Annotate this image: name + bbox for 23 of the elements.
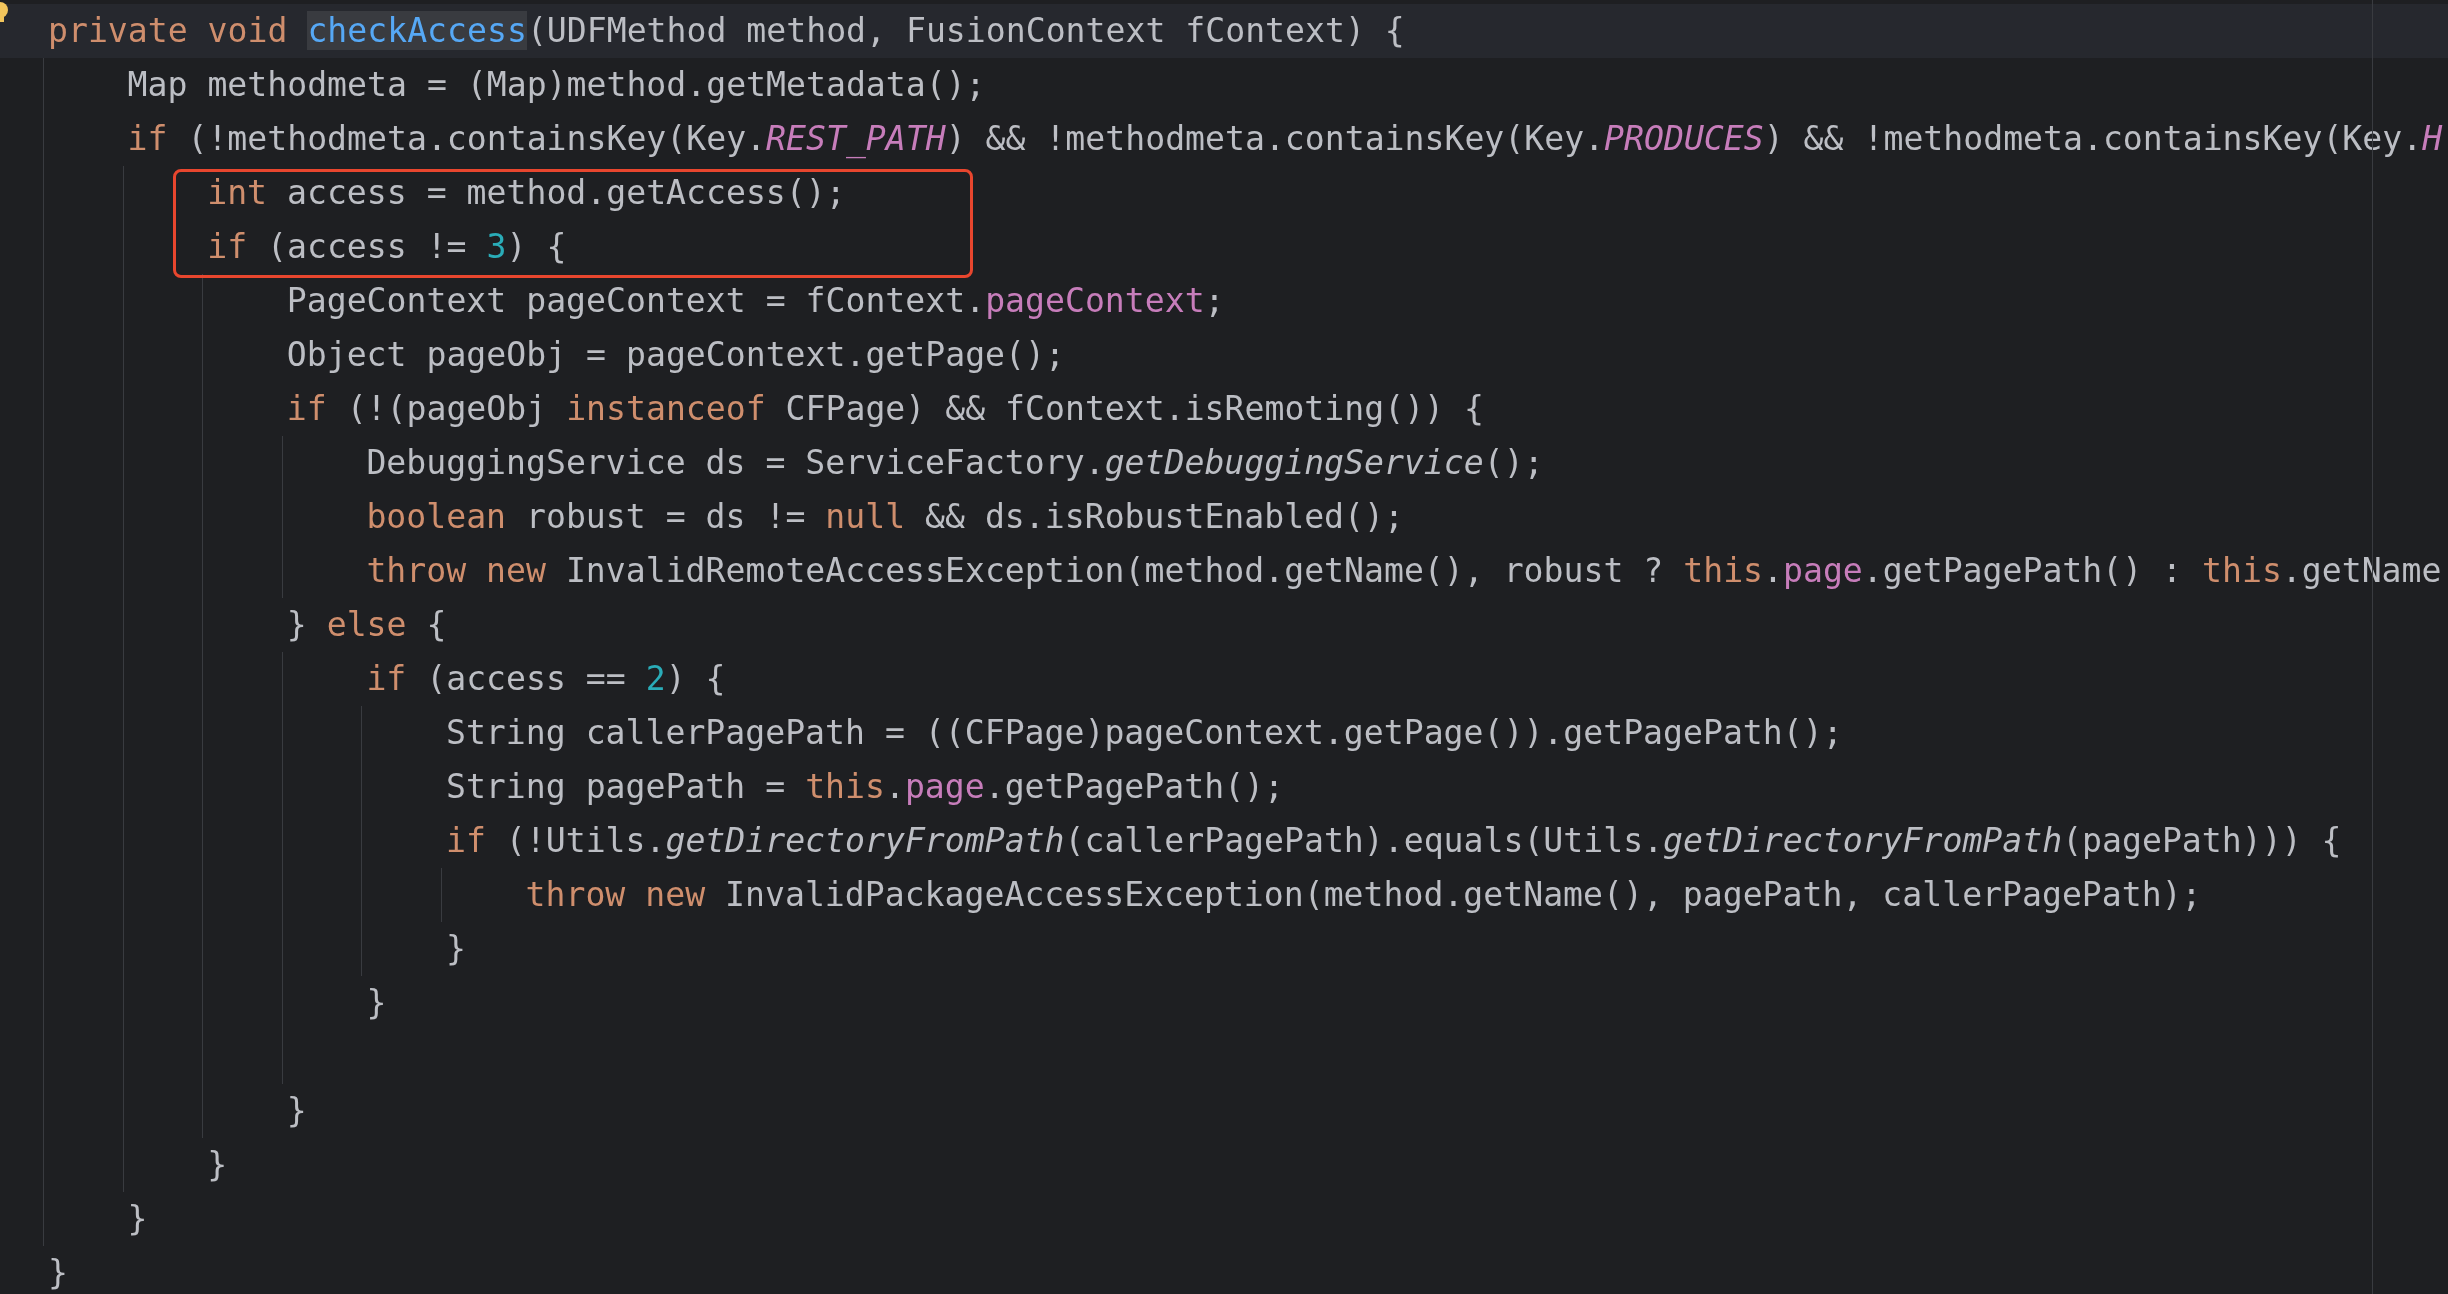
code-line: int access = method.getAccess(); (207, 176, 846, 210)
code-line: } (127, 1202, 148, 1236)
code-line: throw new InvalidRemoteAccessException(method.getName(), robust ? this.page.getPagePath() : this.getName (366, 554, 2442, 588)
code-line: Map methodmeta = (Map)method.getMetadata(); (127, 68, 986, 102)
code-line: } (366, 986, 387, 1020)
code-line: if (access == 2) { (366, 662, 726, 696)
code-line: } (445, 932, 466, 966)
code-line: String callerPagePath = ((CFPage)pageContext.getPage()).getPagePath(); (445, 716, 1843, 750)
code-line: PageContext pageContext = fContext.pageContext; (286, 284, 1225, 318)
code-line: String pagePath = this.page.getPagePath(); (445, 770, 1284, 804)
code-line: } (286, 1094, 307, 1128)
lightbulb-icon[interactable] (0, 2, 10, 24)
code-line: } (207, 1148, 228, 1182)
code-line: if (!(pageObj instanceof CFPage) && fContext.isRemoting()) { (286, 392, 1484, 426)
code-line: } (48, 1256, 68, 1290)
code-line: Object pageObj = pageContext.getPage(); (286, 338, 1065, 372)
code-line: if (access != 3) { (207, 230, 567, 264)
code-line: if (!Utils.getDirectoryFromPath(callerPagePath).equals(Utils.getDirectoryFromPath(pagePath))) { (445, 824, 2342, 858)
code-line: boolean robust = ds != null && ds.isRobustEnabled(); (366, 500, 1404, 534)
code-line: } else { (286, 608, 447, 642)
code-line: DebuggingService ds = ServiceFactory.getDebuggingService(); (366, 446, 1544, 480)
code-line: throw new InvalidPackageAccessException(method.getName(), pagePath, callerPagePath); (525, 878, 2202, 912)
code-line: private void checkAccess(UDFMethod method, FusionContext fContext) { (48, 14, 1405, 48)
